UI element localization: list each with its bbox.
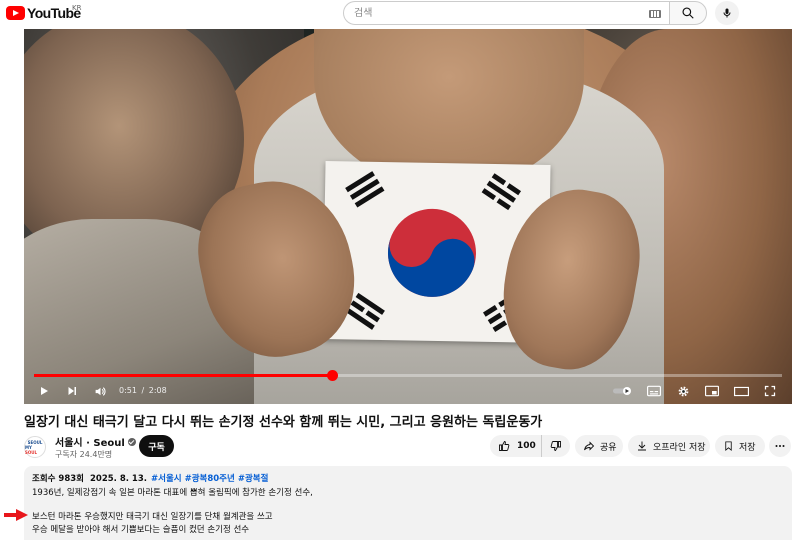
video-title: 일장기 대신 태극기 달고 다시 뛰는 손기정 선수와 함께 뛰는 시민, 그리… [24, 415, 543, 430]
autoplay-toggle[interactable] [612, 381, 634, 401]
description-box[interactable]: 조회수 983회 2025. 8. 13. #서울시 #광복80주년 #광복절 1936… [24, 466, 792, 540]
red-arrow-annotation [4, 509, 28, 521]
voice-search-button[interactable] [715, 1, 739, 25]
share-button[interactable]: 공유 [575, 435, 623, 457]
thumbs-down-icon [550, 441, 561, 451]
bookmark-icon [725, 441, 732, 452]
search-box[interactable] [343, 1, 669, 25]
autoplay-toggle-icon [613, 387, 631, 395]
download-label: 오프라인 저장 [653, 442, 706, 453]
hashtag-link[interactable]: #서울시 [151, 474, 182, 484]
dislike-button[interactable] [542, 435, 570, 457]
save-label: 저장 [739, 442, 756, 453]
description-line: 우승 메달을 받아야 해서 기쁨보다는 슬픔이 컸던 손기정 선수 [32, 525, 250, 535]
search-input[interactable] [354, 5, 634, 21]
like-button[interactable]: 100 [490, 435, 542, 457]
save-button[interactable]: 저장 [715, 435, 765, 457]
progress-bar[interactable] [34, 370, 782, 381]
share-label: 공유 [600, 442, 617, 453]
subtitles-button[interactable] [645, 381, 663, 401]
download-button[interactable]: 오프라인 저장 [628, 435, 710, 457]
share-icon [584, 441, 595, 451]
video-frame [24, 29, 792, 404]
duration: 2:08 [148, 386, 167, 395]
play-button[interactable] [36, 381, 52, 401]
masthead: YouTube KR [0, 0, 800, 26]
like-count: 100 [517, 441, 536, 451]
upload-date: 2025. 8. 13. [89, 474, 147, 484]
current-time: 0:51 [119, 386, 137, 395]
download-icon [638, 441, 646, 451]
description-meta: 조회수 983회 2025. 8. 13. #서울시 #광복80주년 #광복절 [32, 472, 268, 484]
hashtag-link[interactable]: #광복절 [238, 474, 269, 484]
region-code: KR [72, 4, 82, 12]
theater-icon [733, 386, 749, 396]
channel-name-text[interactable]: 서울시 · Seoul [55, 434, 125, 449]
miniplayer-button[interactable] [703, 381, 721, 401]
progress-fill [34, 374, 332, 377]
verified-check-icon [127, 437, 136, 446]
settings-icon [678, 386, 688, 396]
subscribe-button[interactable]: 구독 [139, 435, 174, 457]
youtube-logo[interactable]: YouTube KR [6, 4, 82, 21]
search-icon [682, 7, 694, 19]
keyboard-icon[interactable] [649, 10, 661, 18]
channel-logo-bottom: MY SOUL [25, 444, 38, 455]
play-icon [41, 387, 48, 395]
volume-button[interactable] [92, 381, 108, 401]
hashtag-link[interactable]: #광복80주년 [185, 474, 235, 484]
channel-avatar[interactable]: SEOUL MY SOUL [24, 436, 46, 458]
description-line: 보스턴 마라톤 우승했지만 태극기 대신 일장기를 단채 월계관을 쓰고 [32, 512, 273, 522]
theater-mode-button[interactable] [732, 381, 750, 401]
search-button[interactable] [669, 1, 707, 25]
time-display: 0:51 / 2:08 [119, 386, 167, 395]
fullscreen-icon [764, 385, 776, 397]
subtitles-icon [647, 385, 661, 397]
thumbs-up-icon [499, 441, 510, 451]
next-icon [68, 387, 76, 395]
video-player[interactable]: 0:51 / 2:08 [24, 29, 792, 404]
youtube-play-icon [6, 6, 25, 20]
more-actions-button[interactable] [769, 435, 791, 457]
miniplayer-icon [705, 385, 719, 397]
fullscreen-button[interactable] [761, 381, 779, 401]
settings-button[interactable] [674, 381, 692, 401]
like-dislike-group: 100 [490, 435, 570, 457]
volume-icon [95, 386, 105, 396]
view-count: 조회수 983회 [32, 474, 84, 484]
description-line: 1936년, 일제강점기 속 일본 마라톤 대표에 뽑혀 올림픽에 참가한 손기… [32, 488, 313, 498]
next-button[interactable] [64, 381, 80, 401]
player-controls: 0:51 / 2:08 [24, 378, 792, 404]
mic-icon [723, 8, 731, 18]
subscriber-count: 구독자 24.4만명 [55, 450, 113, 459]
channel-name[interactable]: 서울시 · Seoul [55, 434, 136, 449]
more-horizontal-icon [775, 445, 785, 447]
